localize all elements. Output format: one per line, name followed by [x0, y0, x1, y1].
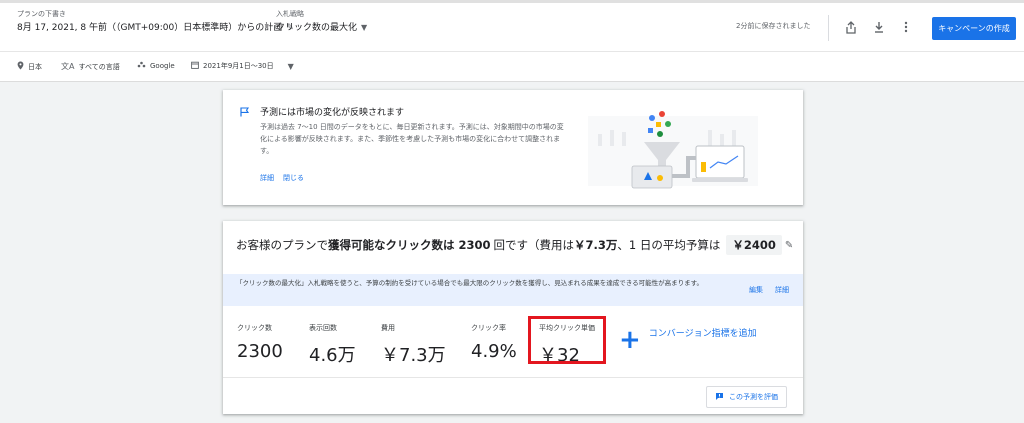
metric-label: 表示回数 — [309, 324, 337, 332]
share-icon[interactable] — [841, 17, 861, 37]
bid-strategy-label: 入札戦略 — [276, 10, 304, 18]
rate-forecast-button[interactable]: この予測を評価 — [706, 386, 787, 408]
metric-cost: 費用 ￥7.3万 — [381, 323, 446, 367]
headline-clicks: 2300 — [458, 238, 491, 252]
filter-date-label: 2021年9月1日～30日 — [203, 62, 274, 70]
banner-edit-link[interactable]: 編集 — [749, 285, 763, 295]
banner-details-link[interactable]: 詳細 — [775, 285, 789, 295]
headline-pre: お客様のプランで — [236, 238, 328, 252]
flag-icon — [240, 107, 250, 117]
notice-links: 詳細 閉じる — [260, 173, 304, 183]
notice-body: 予測は過去 7～10 日間のデータをもとに、毎日更新されます。予測には、対象期間… — [260, 123, 564, 155]
banner-text: 「クリック数の最大化」入札戦略を使うと、予算の制約を受けている場合でも最大限のク… — [236, 279, 703, 287]
plan-draft-value[interactable]: 8月 17, 2021, 8 午前（（GMT+09:00）日本標準時）からの計画… — [17, 20, 294, 36]
notice-title: 予測には市場の変化が反映されます — [260, 108, 405, 118]
chevron-down-icon: ▼ — [361, 23, 368, 32]
headline-bold: 獲得可能なクリック数は — [328, 238, 455, 252]
metric-clicks: クリック数 2300 — [237, 323, 283, 362]
metric-label: 費用 — [381, 324, 395, 332]
headline-cost: ￥7.3万 — [574, 238, 618, 252]
rate-forecast-label: この予測を評価 — [729, 393, 778, 401]
metric-value: ￥7.3万 — [381, 345, 446, 366]
filter-network[interactable]: Google — [137, 61, 175, 70]
edit-budget-icon[interactable]: ✎ — [785, 240, 793, 251]
location-icon — [17, 61, 24, 72]
metric-label: クリック率 — [471, 324, 506, 332]
filter-language[interactable]: 文A すべての言語 — [61, 61, 120, 72]
filter-language-label: すべての言語 — [78, 62, 120, 71]
summary-headline: お客様のプランで 獲得可能なクリック数は 2300 回です（費用は ￥7.3万 … — [236, 235, 793, 255]
network-icon — [137, 61, 146, 70]
headline-mid2: 、1 日の平均予算は — [617, 238, 721, 252]
notice-close-link[interactable]: 閉じる — [283, 173, 304, 183]
forecast-notice-card: 予測には市場の変化が反映されます 予測は過去 7～10 日間のデータをもとに、毎… — [223, 90, 803, 205]
create-campaign-button[interactable]: キャンペーンの作成 — [932, 17, 1016, 40]
avg-cpc-highlight — [528, 316, 606, 364]
plan-draft-label: プランの下書き — [17, 10, 66, 18]
forecast-illustration — [588, 111, 758, 189]
bid-strategy-dropdown[interactable]: クリック数の最大化 ▼ — [276, 20, 367, 36]
budget-chip[interactable]: ￥2400 — [726, 235, 782, 255]
filter-bar: 日本 文A すべての言語 Google 2021年9月1日～30日 ▼ — [0, 52, 1024, 82]
plan-draft-text: 8月 17, 2021, 8 午前（（GMT+09:00）日本標準時）からの計画 — [17, 23, 283, 33]
plan-header: プランの下書き 8月 17, 2021, 8 午前（（GMT+09:00）日本標… — [0, 0, 1024, 52]
metric-value: 4.9% — [471, 341, 517, 362]
plus-icon: + — [619, 325, 641, 355]
headline-mid: 回です（費用は — [493, 238, 575, 252]
plan-draft-block: プランの下書き 8月 17, 2021, 8 午前（（GMT+09:00）日本標… — [17, 9, 294, 36]
forecast-summary-card: お客様のプランで 獲得可能なクリック数は 2300 回です（費用は ￥7.3万 … — [223, 221, 803, 414]
add-conversion-metrics[interactable]: + コンバージョン指標を追加 — [619, 325, 759, 355]
metric-value: 2300 — [237, 341, 283, 362]
chevron-down-icon: ▼ — [287, 61, 294, 71]
language-icon: 文A — [61, 62, 75, 71]
filter-network-label: Google — [150, 61, 175, 70]
bid-strategy-banner: 「クリック数の最大化」入札戦略を使うと、予算の制約を受けている場合でも最大限のク… — [223, 274, 803, 306]
notice-details-link[interactable]: 詳細 — [260, 173, 274, 183]
card-divider — [223, 377, 803, 378]
metric-value: 4.6万 — [309, 345, 356, 366]
filter-date-range[interactable]: 2021年9月1日～30日 ▼ — [191, 61, 294, 71]
calendar-icon — [191, 61, 199, 71]
bid-strategy-block: 入札戦略 クリック数の最大化 ▼ — [276, 9, 367, 36]
bid-strategy-value: クリック数の最大化 — [276, 23, 358, 33]
header-divider — [828, 15, 829, 41]
filter-location[interactable]: 日本 — [17, 61, 42, 72]
banner-links: 編集 詳細 — [749, 285, 789, 295]
add-conversion-label: コンバージョン指標を追加 — [648, 329, 757, 339]
filter-location-label: 日本 — [28, 62, 42, 71]
more-vert-icon[interactable] — [896, 17, 916, 37]
feedback-icon — [715, 392, 724, 403]
metric-label: クリック数 — [237, 324, 272, 332]
metric-impressions: 表示回数 4.6万 — [309, 323, 356, 367]
metric-ctr: クリック率 4.9% — [471, 323, 517, 362]
download-icon[interactable] — [869, 17, 889, 37]
saved-status: 2分前に保存されました — [736, 22, 811, 30]
